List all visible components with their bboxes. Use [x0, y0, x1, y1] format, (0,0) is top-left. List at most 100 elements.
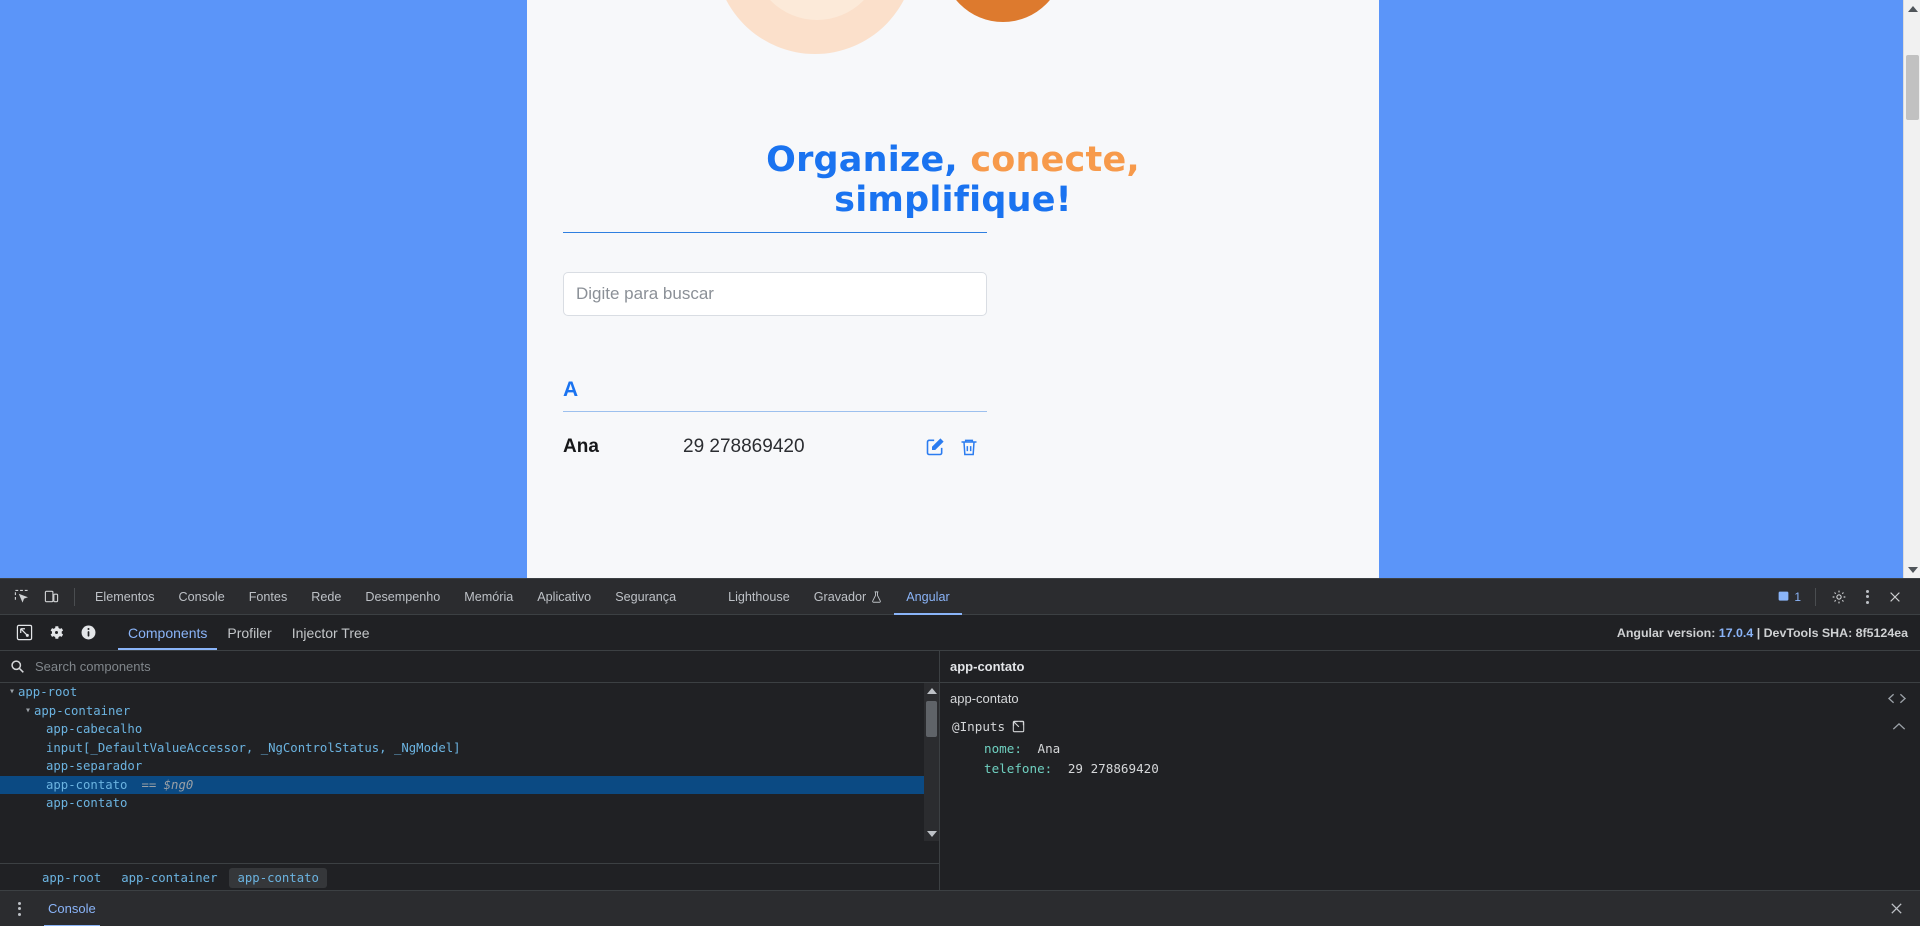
toolbar-divider-right [1815, 587, 1816, 606]
code-brackets-icon[interactable] [1886, 692, 1920, 705]
scrollbar-thumb[interactable] [1906, 55, 1919, 120]
screenshot-root: Organize, conecte, simplifique! A Ana 29… [0, 0, 1920, 926]
headline-word-simplifique: simplifique! [834, 180, 1072, 220]
search-components-input[interactable] [35, 659, 939, 674]
tab-memoria[interactable]: Memória [452, 579, 525, 615]
tab-desempenho[interactable]: Desempenho [353, 579, 452, 615]
breadcrumb-app-contato[interactable]: app-contato [229, 867, 327, 888]
inspect-element-icon[interactable] [6, 583, 36, 611]
headline-word-organize: Organize, [766, 140, 958, 180]
kebab-menu-icon[interactable] [8, 901, 30, 916]
scroll-down-arrow-icon[interactable] [924, 826, 939, 841]
property-row-nome[interactable]: nome: Ana [952, 739, 1920, 759]
illustration-phone-circle-icon [942, 0, 1064, 22]
select-component-icon[interactable] [8, 618, 40, 648]
component-properties-pane: app-contato app-contato @Inputs nome: An… [940, 651, 1920, 891]
page-title: Organize, conecte, simplifique! [527, 140, 1379, 220]
angular-toolbar: Components Profiler Injector Tree Angula… [0, 615, 1920, 651]
search-icon [10, 659, 25, 674]
browser-scrollbar[interactable] [1903, 0, 1920, 578]
tree-node-app-container[interactable]: ▾ app-container [0, 702, 939, 721]
property-row-telefone[interactable]: telefone: 29 278869420 [952, 759, 1920, 779]
inputs-label: @Inputs [952, 718, 1006, 734]
property-value: Ana [1037, 741, 1061, 756]
edit-icon[interactable] [925, 437, 945, 457]
breadcrumb-app-root[interactable]: app-root [34, 868, 109, 888]
tree-node-app-contato-2[interactable]: app-contato [0, 794, 939, 813]
inputs-section-title: @Inputs [952, 713, 1920, 739]
contact-list-item[interactable]: Ana 29 278869420 [563, 424, 987, 470]
drawer-tab-console[interactable]: Console [44, 891, 100, 926]
tab-injector-tree[interactable]: Injector Tree [282, 616, 380, 650]
tab-aplicativo[interactable]: Aplicativo [525, 579, 603, 615]
property-key: telefone: [984, 761, 1053, 776]
open-external-icon[interactable] [1012, 720, 1025, 733]
contact-row-actions [925, 437, 987, 457]
tab-elementos[interactable]: Elementos [83, 579, 167, 615]
component-tree-pane: ▾ app-root ▾ app-container app-cabecalho… [0, 651, 940, 891]
tab-angular[interactable]: Angular [894, 579, 961, 615]
trash-icon[interactable] [959, 437, 979, 457]
properties-component-name: app-contato [950, 690, 1019, 706]
search-input[interactable] [563, 272, 987, 316]
tree-node-label: app-contato [46, 777, 128, 792]
kebab-menu-icon[interactable] [1856, 583, 1878, 611]
component-tree: ▾ app-root ▾ app-container app-cabecalho… [0, 683, 939, 841]
tree-node-label: app-container [34, 703, 131, 718]
component-search-container [0, 651, 939, 683]
tab-rede[interactable]: Rede [299, 579, 353, 615]
tree-node-app-cabecalho[interactable]: app-cabecalho [0, 720, 939, 739]
properties-component-row: app-contato [940, 683, 1920, 713]
property-key: nome: [984, 741, 1022, 756]
tab-components[interactable]: Components [118, 616, 217, 650]
angular-version-info: Angular version: 17.0.4 | DevTools SHA: … [1617, 626, 1920, 640]
tab-console[interactable]: Console [167, 579, 237, 615]
tab-profiler[interactable]: Profiler [217, 616, 281, 650]
scroll-up-arrow-icon[interactable] [924, 683, 939, 698]
contact-phone: 29 278869420 [683, 436, 805, 457]
chevron-down-icon[interactable]: ▾ [22, 702, 34, 721]
scroll-down-arrow-icon[interactable] [1904, 561, 1920, 578]
page-content-column: Organize, conecte, simplifique! A Ana 29… [527, 0, 1379, 578]
devtools-tabbar: Elementos Console Fontes Rede Desempenho… [0, 579, 1920, 615]
hero-divider [563, 232, 987, 233]
breadcrumb-app-container[interactable]: app-container [113, 868, 225, 888]
tree-scrollbar-thumb[interactable] [926, 701, 937, 737]
gear-icon[interactable] [1824, 583, 1854, 611]
contact-group-rule [563, 411, 987, 412]
devtools-panel: Elementos Console Fontes Rede Desempenho… [0, 578, 1920, 926]
headline-word-conecte: conecte, [970, 140, 1140, 180]
inputs-section: @Inputs nome: Ana telefone: 29 278869420 [940, 713, 1920, 779]
tree-node-app-contato-selected[interactable]: app-contato == $ng0 [0, 775, 939, 794]
tab-gravador[interactable]: Gravador [802, 579, 895, 615]
hero-illustration [527, 0, 1379, 74]
properties-header: app-contato [940, 651, 1920, 683]
issues-count: 1 [1794, 589, 1801, 604]
toolbar-divider [74, 587, 75, 606]
close-icon[interactable] [1889, 901, 1920, 916]
devtools-toolbar-right: 1 [1771, 583, 1920, 611]
close-icon[interactable] [1880, 583, 1910, 611]
tab-lighthouse[interactable]: Lighthouse [716, 579, 802, 615]
breadcrumb: app-root app-container app-contato [0, 863, 939, 891]
chevron-down-icon[interactable]: ▾ [6, 683, 18, 702]
tree-scrollbar[interactable] [924, 683, 939, 841]
scroll-up-arrow-icon[interactable] [1904, 0, 1920, 17]
info-icon[interactable] [72, 618, 104, 648]
chevron-up-icon[interactable] [1892, 722, 1920, 731]
angular-components-body: ▾ app-root ▾ app-container app-cabecalho… [0, 651, 1920, 891]
devtools-sha: | DevTools SHA: 8f5124ea [1756, 625, 1908, 640]
tree-node-label: app-contato [46, 796, 128, 810]
issues-panel-icon[interactable]: 1 [1771, 590, 1807, 604]
gear-icon[interactable] [40, 618, 72, 648]
console-drawer: Console [0, 890, 1920, 926]
device-toolbar-icon[interactable] [36, 583, 66, 611]
tree-node-input-directives[interactable]: input[_DefaultValueAccessor, _NgControlS… [0, 739, 939, 758]
tab-seguranca[interactable]: Segurança [603, 579, 688, 615]
tab-gravador-label: Gravador [813, 589, 867, 604]
tab-fontes[interactable]: Fontes [237, 579, 300, 615]
tree-node-label: app-cabecalho [46, 722, 143, 736]
property-value: 29 278869420 [1067, 761, 1159, 776]
tree-node-app-separador[interactable]: app-separador [0, 757, 939, 776]
tree-node-app-root[interactable]: ▾ app-root [0, 683, 939, 702]
